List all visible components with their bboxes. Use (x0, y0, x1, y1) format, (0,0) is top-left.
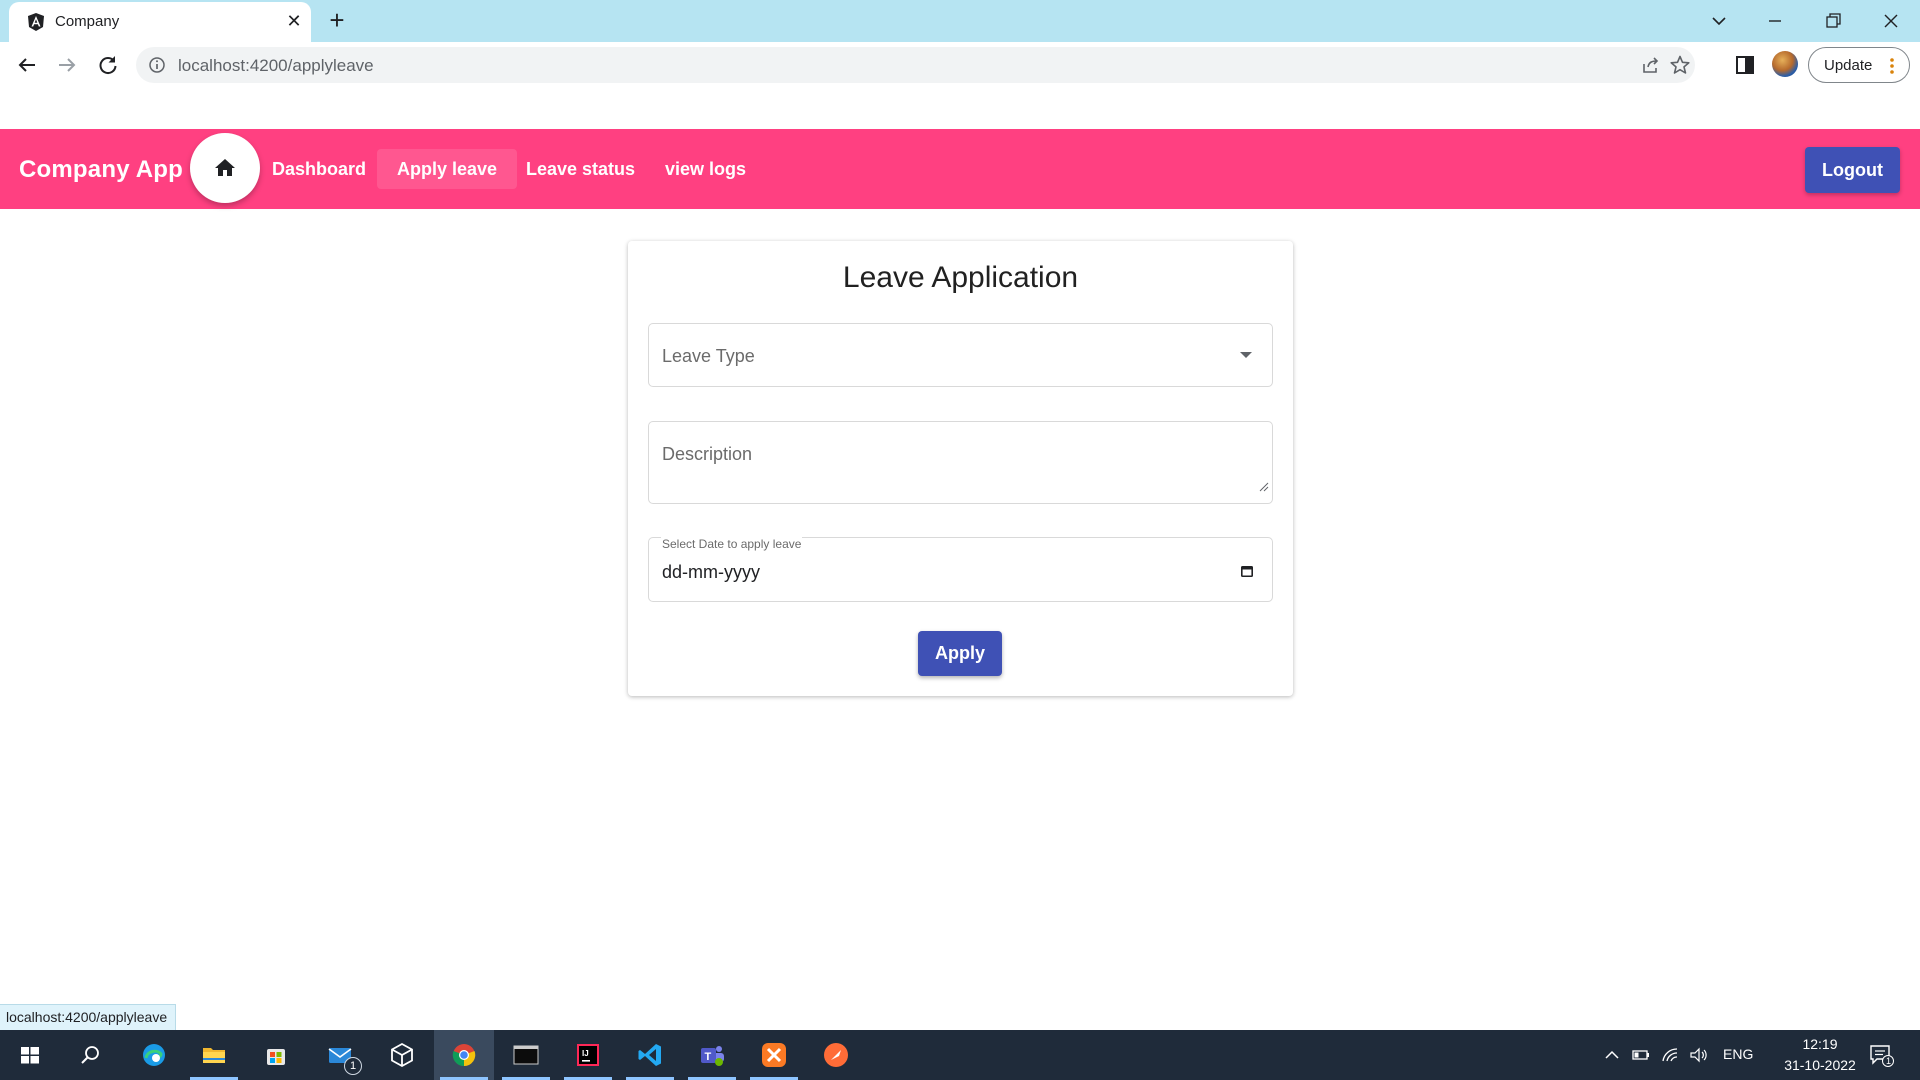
share-icon[interactable] (1641, 55, 1661, 75)
nav-dashboard[interactable]: Dashboard (252, 149, 386, 189)
edge-icon (143, 1044, 165, 1066)
dropdown-arrow-icon (1240, 352, 1252, 358)
tab-close-icon[interactable]: ✕ (283, 10, 305, 32)
taskbar-store[interactable] (246, 1030, 306, 1080)
intellij-icon: IJ (577, 1044, 599, 1066)
bookmark-star-icon[interactable] (1669, 54, 1691, 76)
taskbar-dev-tool[interactable] (372, 1030, 432, 1080)
taskbar-terminal[interactable] (496, 1030, 556, 1080)
cube-app-icon (391, 1042, 413, 1068)
vscode-icon (638, 1044, 661, 1066)
leave-application-card: Leave Application Leave Type Description… (628, 241, 1293, 696)
status-url-bubble: localhost:4200/applyleave (0, 1004, 177, 1030)
leave-date-input[interactable]: Select Date to apply leave dd-mm-yyyy (648, 537, 1273, 602)
chrome-icon (452, 1044, 476, 1067)
minimize-icon[interactable] (1760, 6, 1790, 36)
mail-badge: 1 (344, 1057, 362, 1075)
nav-apply-leave[interactable]: Apply leave (377, 149, 518, 189)
update-button[interactable]: Update (1808, 47, 1910, 83)
battery-icon[interactable] (1631, 1046, 1651, 1064)
resize-handle-icon[interactable] (1257, 480, 1269, 492)
restore-icon[interactable] (1818, 6, 1848, 36)
taskbar-search[interactable] (60, 1030, 120, 1080)
leave-type-placeholder: Leave Type (662, 346, 755, 366)
taskbar-intellij[interactable]: IJ (558, 1030, 618, 1080)
browser-tab[interactable]: Company ✕ (9, 2, 311, 42)
taskbar-chrome[interactable] (434, 1030, 494, 1080)
app-toolbar: Company App . Dashboard Apply leave Leav… (0, 129, 1920, 209)
close-window-icon[interactable] (1876, 6, 1906, 36)
show-hidden-icons-icon[interactable] (1602, 1046, 1622, 1064)
update-label: Update (1824, 57, 1873, 74)
tab-title: Company (55, 13, 120, 30)
teams-icon: T (701, 1046, 724, 1066)
windows-taskbar: 1 IJ T ENG 12:19 31-10-2022 1 (0, 1030, 1920, 1080)
home-icon (215, 159, 235, 176)
notification-center-icon[interactable]: 1 (1868, 1043, 1894, 1067)
clock-date[interactable]: 31-10-2022 (1766, 1057, 1874, 1073)
tab-search-chevron-icon[interactable] (1704, 6, 1734, 36)
search-icon (81, 1046, 99, 1064)
browser-toolbar: localhost:4200/applyleave Update (0, 42, 1920, 88)
notification-count: 1 (1886, 1056, 1891, 1066)
logout-button[interactable]: Logout (1805, 147, 1900, 193)
svg-text:IJ: IJ (582, 1049, 589, 1058)
wifi-icon[interactable] (1661, 1046, 1681, 1064)
calendar-icon[interactable] (1240, 564, 1254, 578)
date-field-label: Select Date to apply leave (661, 537, 803, 551)
terminal-icon (513, 1045, 539, 1065)
address-bar[interactable]: localhost:4200/applyleave (136, 47, 1695, 83)
svg-text:T: T (705, 1051, 712, 1063)
forward-icon[interactable] (53, 51, 81, 79)
taskbar-teams[interactable]: T (682, 1030, 742, 1080)
folder-icon (203, 1048, 225, 1063)
input-language[interactable]: ENG (1723, 1046, 1753, 1062)
taskbar-xampp[interactable] (744, 1030, 804, 1080)
url-text: localhost:4200/applyleave (178, 56, 374, 75)
date-value: dd-mm-yyyy (662, 562, 760, 582)
home-button[interactable] (190, 133, 260, 203)
apply-button[interactable]: Apply (918, 631, 1002, 676)
taskbar-vscode[interactable] (620, 1030, 680, 1080)
reload-icon[interactable] (94, 51, 122, 79)
side-panel-icon[interactable] (1735, 55, 1755, 75)
store-icon (267, 1049, 285, 1065)
nav-leave-status[interactable]: Leave status (506, 149, 655, 189)
clock-time[interactable]: 12:19 (1790, 1036, 1850, 1052)
start-button[interactable] (0, 1030, 60, 1080)
taskbar-file-explorer[interactable] (184, 1030, 244, 1080)
volume-icon[interactable] (1689, 1046, 1709, 1064)
back-icon[interactable] (13, 51, 41, 79)
menu-dots-icon[interactable] (1889, 56, 1895, 76)
taskbar-edge[interactable] (124, 1030, 184, 1080)
browser-tab-strip: Company ✕ + (0, 0, 1920, 42)
taskbar-mail[interactable]: 1 (310, 1030, 370, 1080)
profile-avatar[interactable] (1772, 51, 1798, 77)
new-tab-icon[interactable]: + (324, 7, 350, 33)
site-info-icon[interactable] (148, 56, 166, 74)
nav-view-logs[interactable]: view logs (645, 149, 766, 189)
windows-start-icon (21, 1047, 39, 1064)
form-title: Leave Application (842, 261, 1079, 294)
leave-type-select[interactable]: Leave Type (648, 323, 1273, 387)
angular-favicon-icon (28, 13, 44, 31)
description-textarea[interactable]: Description (648, 421, 1273, 504)
taskbar-postman[interactable] (806, 1030, 866, 1080)
postman-icon (824, 1043, 848, 1067)
xampp-icon (762, 1043, 786, 1067)
app-brand: Company App . (19, 156, 197, 183)
description-placeholder: Description (662, 444, 753, 464)
